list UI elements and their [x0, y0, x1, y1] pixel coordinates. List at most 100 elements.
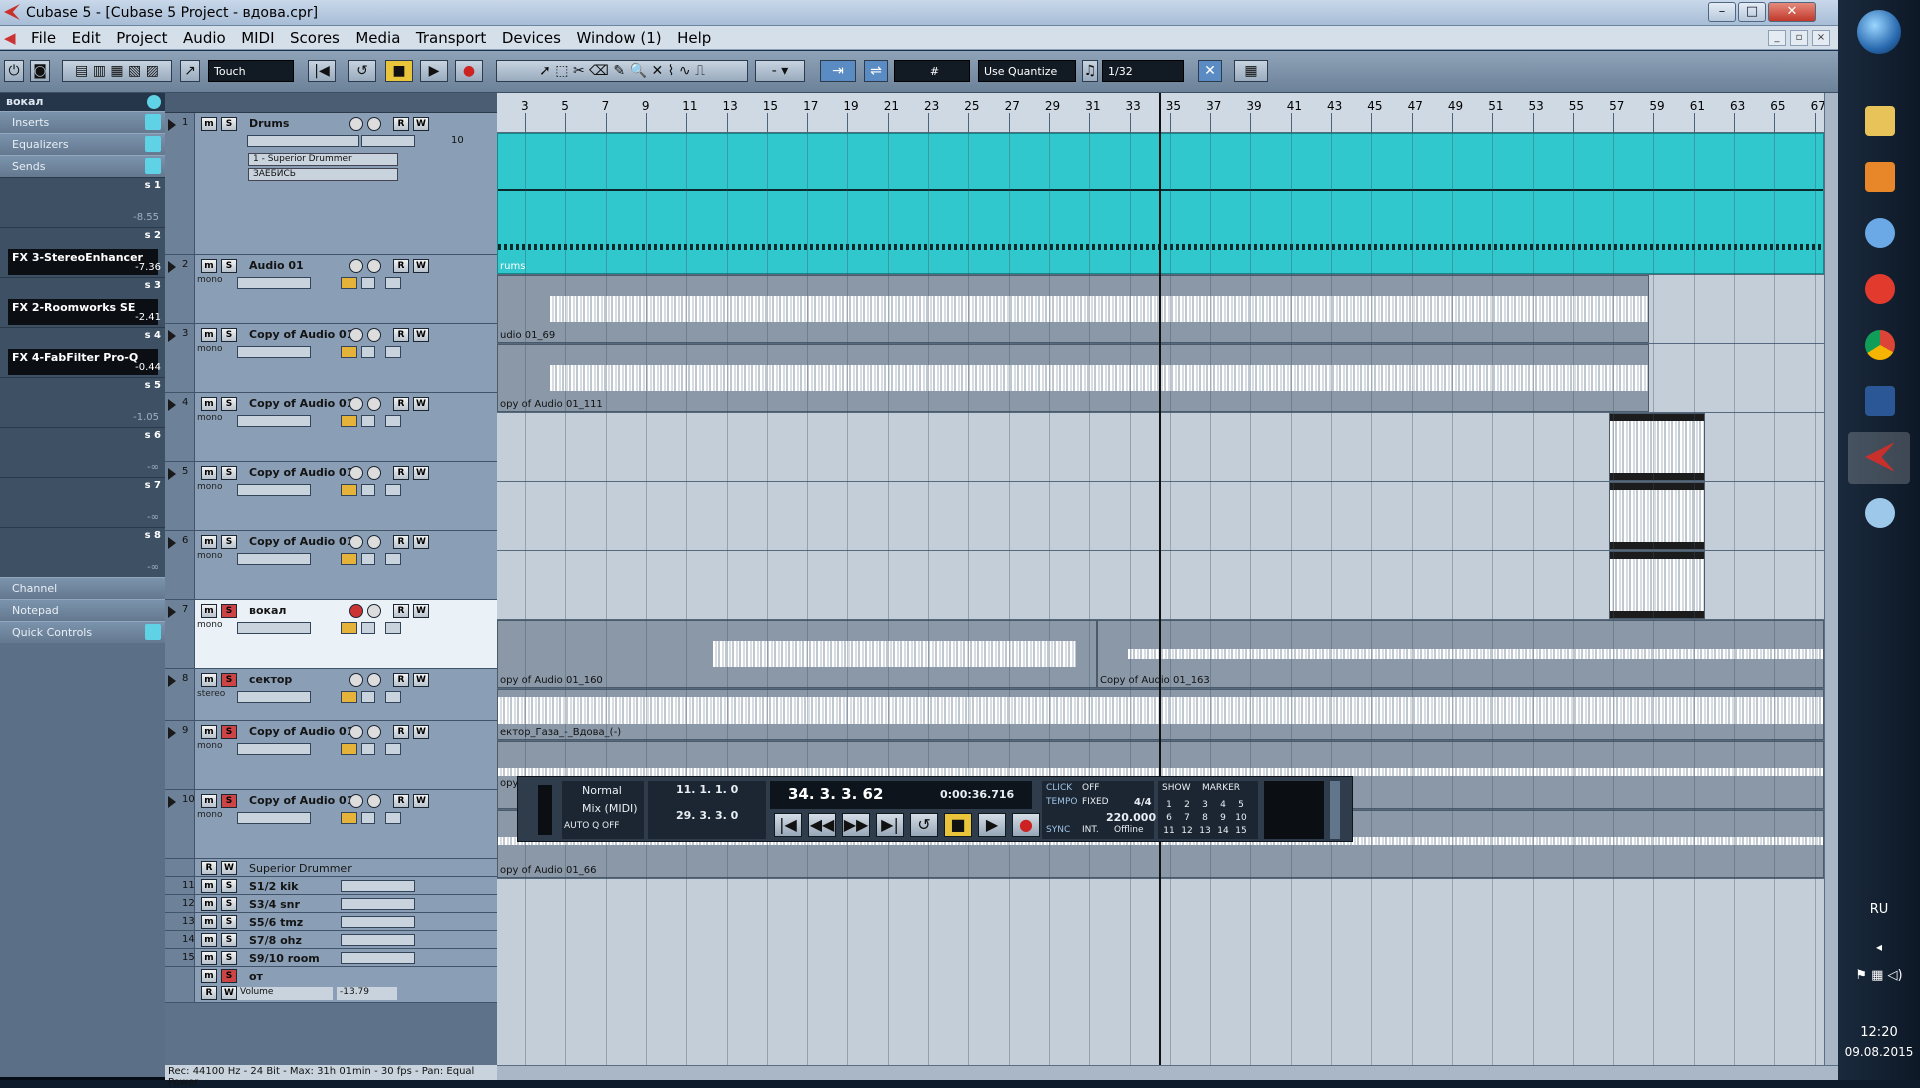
read-automation-button[interactable]: R: [393, 604, 409, 618]
record-enable-button[interactable]: [349, 535, 363, 549]
maximize-button[interactable]: □: [1738, 2, 1766, 22]
automation-mode-select[interactable]: Touch: [208, 60, 294, 82]
folder-button[interactable]: [361, 484, 375, 496]
marker-button[interactable]: 12: [1178, 826, 1196, 836]
mute-button[interactable]: m: [201, 951, 217, 965]
solo-button[interactable]: S: [221, 897, 237, 911]
quantize-icon[interactable]: ♫: [1082, 60, 1098, 82]
monitor-button[interactable]: [367, 397, 381, 411]
solo-button[interactable]: S: [221, 879, 237, 893]
vertical-scrollbar[interactable]: [1824, 93, 1838, 1065]
menu-devices[interactable]: Devices: [496, 26, 567, 47]
crossfade-button[interactable]: ✕: [1198, 60, 1222, 82]
track-row[interactable]: 9 m S Copy of Audio 01 R Wmono: [165, 721, 497, 790]
channel-controls[interactable]: [341, 952, 415, 964]
mute-button[interactable]: m: [201, 604, 217, 618]
folder-track[interactable]: R W Superior Drummer: [165, 859, 497, 877]
expand-icon[interactable]: [168, 119, 176, 131]
audio-event[interactable]: opy of Audio 01_160: [497, 620, 1097, 688]
stop-button[interactable]: ■: [385, 60, 413, 82]
monitor-button[interactable]: [367, 725, 381, 739]
read-automation-button[interactable]: R: [393, 466, 409, 480]
record-enable-button[interactable]: [349, 725, 363, 739]
automation-parameter[interactable]: Volume: [237, 987, 333, 1000]
record-button[interactable]: ●: [455, 60, 483, 82]
marker-button[interactable]: 13: [1196, 826, 1214, 836]
audio-event[interactable]: opy of Audio 01_111: [497, 344, 1649, 412]
track-name[interactable]: Copy of Audio 01: [249, 466, 354, 479]
tray-arrow-icon[interactable]: ◂: [1838, 940, 1920, 954]
snap-select[interactable]: - ▾: [755, 60, 805, 82]
marker-button[interactable]: 15: [1232, 826, 1250, 836]
folder-button[interactable]: [361, 277, 375, 289]
paint-taskbar-icon[interactable]: [1848, 488, 1910, 540]
record-enable-button[interactable]: [349, 794, 363, 808]
solo-button[interactable]: S: [221, 117, 237, 131]
track-row[interactable]: 3 m S Copy of Audio 01 R Wmono: [165, 324, 497, 393]
track-name[interactable]: Copy of Audio 01: [249, 725, 354, 738]
track-name[interactable]: вокал: [249, 604, 286, 617]
read-automation-button[interactable]: R: [393, 117, 409, 131]
expand-icon[interactable]: [168, 606, 176, 618]
language-indicator[interactable]: RU: [1838, 902, 1920, 917]
marker-button[interactable]: 7: [1178, 813, 1196, 823]
solo-button[interactable]: S: [221, 397, 237, 411]
write-automation-button[interactable]: W: [413, 604, 429, 618]
menu-project[interactable]: Project: [110, 26, 173, 47]
monitor-button[interactable]: [367, 259, 381, 273]
equalizers-section[interactable]: Equalizers: [0, 133, 165, 155]
channel-controls[interactable]: [341, 934, 415, 946]
send-slot[interactable]: s 6 -∞: [0, 427, 165, 477]
solo-button[interactable]: S: [221, 915, 237, 929]
marker-button[interactable]: 4: [1214, 800, 1232, 810]
write-automation-button[interactable]: W: [413, 117, 429, 131]
track-row[interactable]: 10 m S Copy of Audio 01 R Wmono: [165, 790, 497, 859]
automation-value[interactable]: -13.79: [337, 987, 397, 1000]
marker-button[interactable]: 2: [1178, 800, 1196, 810]
send-slot[interactable]: s 1 -8.55: [0, 177, 165, 227]
marker-button[interactable]: 8: [1196, 813, 1214, 823]
read-automation-button[interactable]: R: [393, 535, 409, 549]
menu-edit[interactable]: Edit: [66, 26, 107, 47]
channel-section[interactable]: Channel: [0, 577, 165, 599]
chrome-taskbar-icon[interactable]: [1848, 320, 1910, 372]
track-name[interactable]: сектор: [249, 673, 292, 686]
cycle-button[interactable]: ↺: [910, 813, 938, 837]
go-to-end-button[interactable]: ▶|: [876, 813, 904, 837]
play-button[interactable]: ▶: [420, 60, 448, 82]
master-fader[interactable]: [1330, 781, 1340, 839]
fx-track[interactable]: m Sот R W Volume -13.79: [165, 967, 497, 1003]
expand-icon[interactable]: [168, 537, 176, 549]
marker-button[interactable]: 11: [1160, 826, 1178, 836]
mute-button[interactable]: m: [201, 933, 217, 947]
close-button[interactable]: ✕: [1768, 2, 1816, 22]
send-slot[interactable]: s 3 FX 2-Roomworks SE -2.41: [0, 277, 165, 327]
mdi-restore-button[interactable]: ▫: [1790, 30, 1808, 46]
lane-button[interactable]: [341, 415, 357, 427]
solo-button[interactable]: S: [221, 673, 237, 687]
left-locator[interactable]: 11. 1. 1. 0: [676, 783, 738, 796]
mute-button[interactable]: m: [201, 915, 217, 929]
track-name[interactable]: Copy of Audio 01: [249, 397, 354, 410]
marker-button[interactable]: 6: [1160, 813, 1178, 823]
solo-button[interactable]: S: [221, 794, 237, 808]
mute-button[interactable]: m: [201, 794, 217, 808]
output-channel-track[interactable]: 11 m S S1/2 kik: [165, 877, 497, 895]
read-automation-button[interactable]: R: [393, 673, 409, 687]
mute-button[interactable]: m: [201, 725, 217, 739]
write-automation-button[interactable]: W: [413, 673, 429, 687]
mute-button[interactable]: m: [201, 969, 217, 983]
track-options[interactable]: [361, 135, 415, 147]
folder-button[interactable]: [361, 346, 375, 358]
solo-button[interactable]: S: [221, 259, 237, 273]
volume-app-taskbar-icon[interactable]: [1848, 208, 1910, 260]
channel-controls[interactable]: [237, 691, 311, 703]
inserts-section[interactable]: Inserts: [0, 111, 165, 133]
mute-button[interactable]: m: [201, 535, 217, 549]
mute-button[interactable]: m: [201, 259, 217, 273]
output-channel-track[interactable]: 15 m S S9/10 room: [165, 949, 497, 967]
color-palette-button[interactable]: ▦: [1234, 60, 1268, 82]
solo-button[interactable]: S: [221, 969, 237, 983]
record-enable-button[interactable]: [349, 604, 363, 618]
write-automation-button[interactable]: W: [221, 986, 237, 1000]
